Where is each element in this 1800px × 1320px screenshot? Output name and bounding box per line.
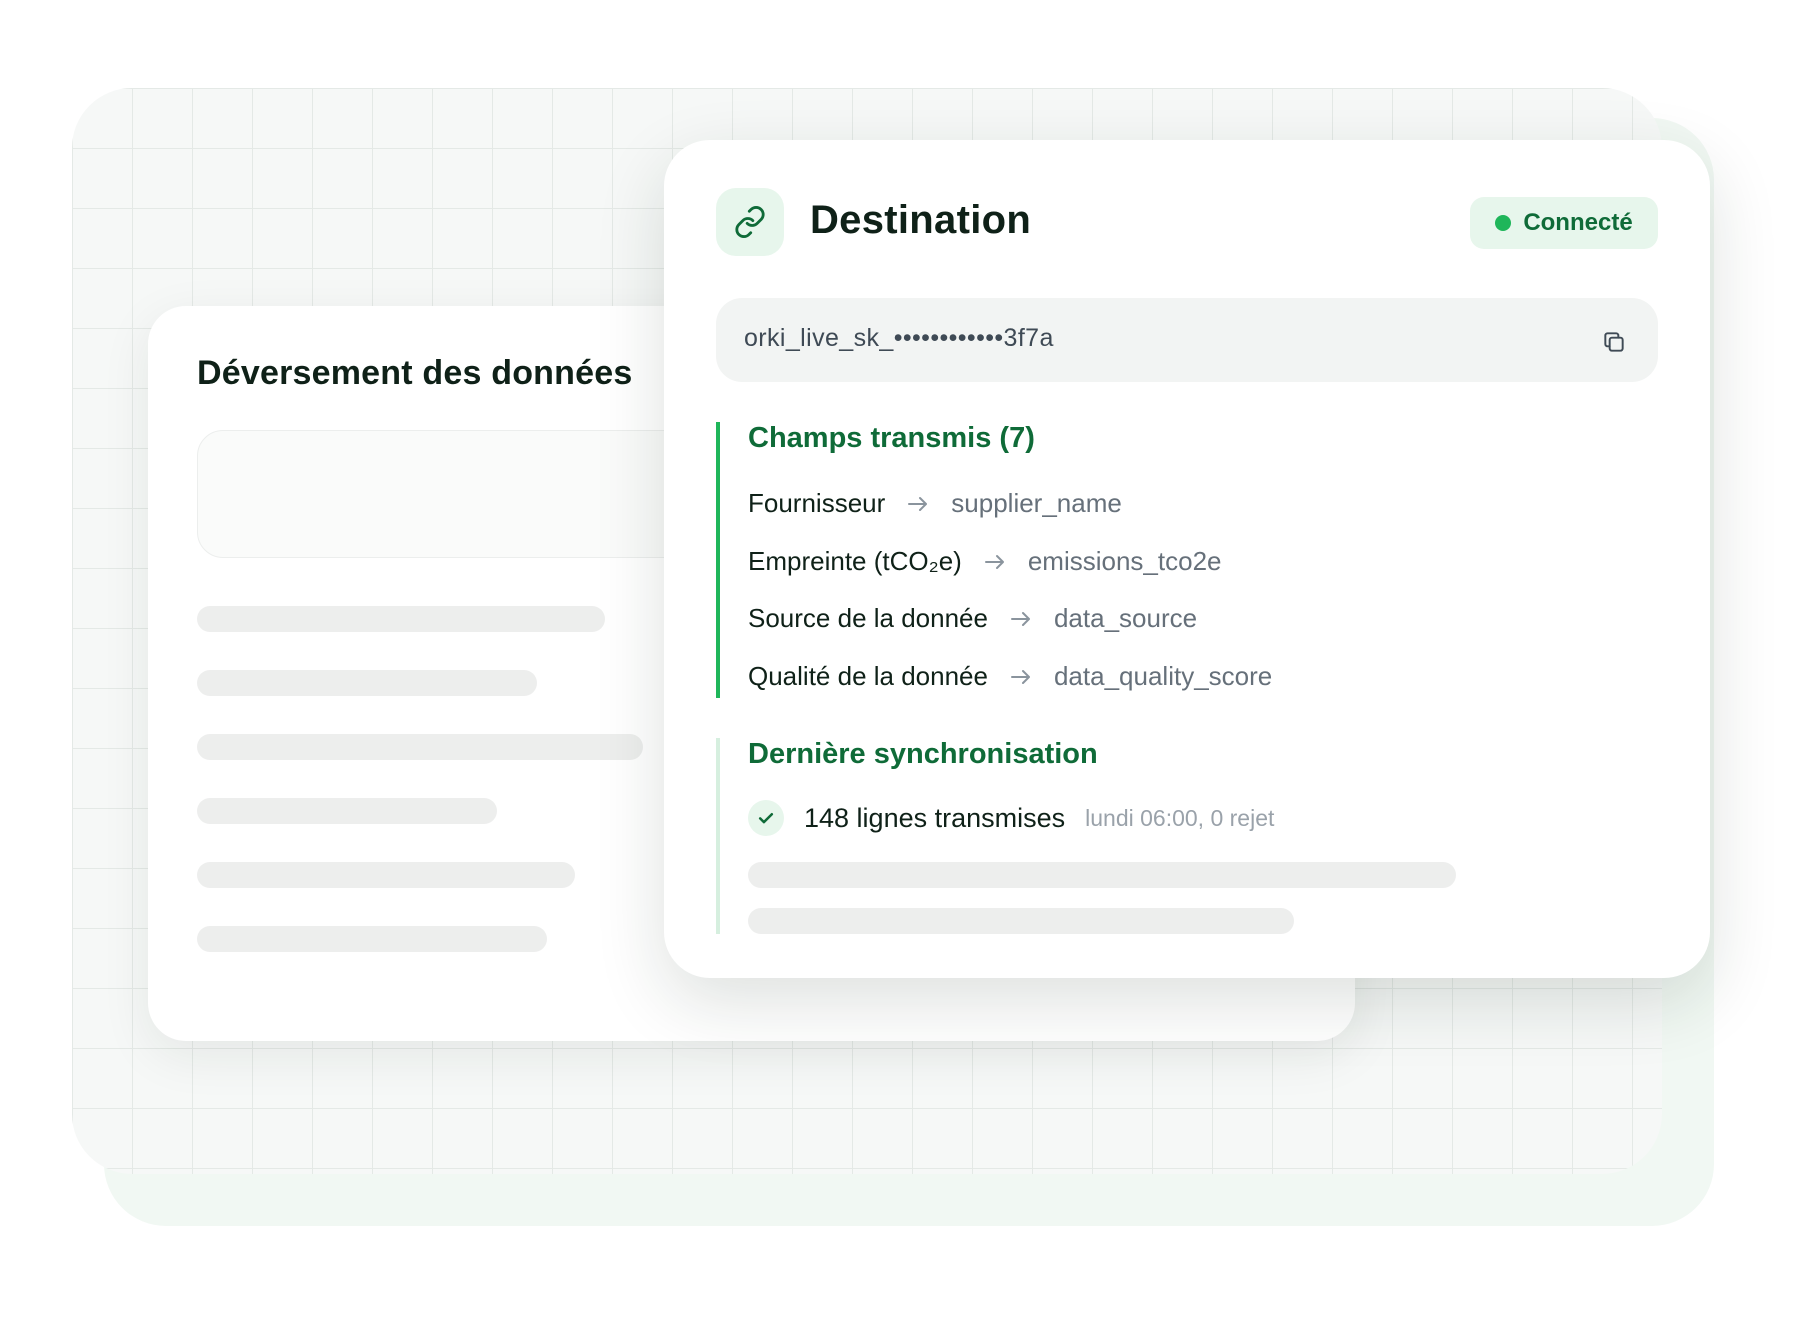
destination-icon-tile: [716, 188, 784, 256]
field-mapping-row: Qualité de la donnée data_quality_score: [748, 661, 1272, 692]
destination-title: Destination: [810, 198, 1032, 242]
field-source-label: Empreinte (tCO₂e): [748, 546, 962, 576]
field-source-label: Qualité de la donnée: [748, 661, 988, 691]
skeleton-line: [748, 908, 1294, 934]
field-mapping-row: Source de la donnée data_source: [748, 603, 1197, 634]
status-badge: Connecté: [1470, 197, 1658, 249]
arrow-right-icon: [1010, 611, 1032, 627]
field-source-label: Fournisseur: [748, 488, 886, 518]
sync-section-title: Dernière synchronisation: [748, 738, 1098, 770]
destination-card: Destination Connecté orki_live_sk_••••••…: [664, 140, 1710, 978]
skeleton-line: [197, 926, 547, 952]
field-target-label: data_quality_score: [1053, 661, 1273, 691]
arrow-right-icon: [1010, 669, 1032, 685]
data-dump-title: Déversement des données: [197, 354, 633, 392]
illustration-stage: Déversement des données Destination Conn…: [0, 0, 1800, 1320]
skeleton-line: [197, 606, 605, 632]
field-target-label: supplier_name: [951, 488, 1122, 518]
link-icon: [735, 206, 765, 238]
api-key-value: orki_live_sk_••••••••••••3f7a: [744, 324, 1054, 352]
copy-icon: [1604, 332, 1624, 352]
field-target-label: emissions_tco2e: [1027, 546, 1222, 576]
skeleton-line: [197, 798, 497, 824]
sync-section: Dernière synchronisation 148 lignes tran…: [716, 738, 1616, 934]
arrow-right-icon: [984, 554, 1006, 570]
sync-timestamp: lundi 06:00, 0 rejet: [1085, 804, 1275, 831]
fields-section-title: Champs transmis (7): [748, 422, 1035, 454]
field-mapping-row: Empreinte (tCO₂e) emissions_tco2e: [748, 546, 1221, 577]
field-source-label: Source de la donnée: [748, 603, 988, 633]
fields-section: Champs transmis (7) Fournisseur supplier…: [716, 422, 1616, 698]
api-key-field: orki_live_sk_••••••••••••3f7a: [716, 298, 1658, 382]
field-target-label: data_source: [1053, 603, 1198, 633]
sync-count: 148 lignes transmises: [804, 802, 1066, 833]
skeleton-line: [197, 862, 575, 888]
copy-button[interactable]: [1600, 328, 1628, 356]
status-dot-icon: [1495, 215, 1512, 231]
arrow-right-icon: [907, 496, 929, 512]
skeleton-line: [197, 734, 643, 760]
check-icon: [748, 800, 784, 836]
field-mapping-row: Fournisseur supplier_name: [748, 488, 1122, 519]
sync-status-row: 148 lignes transmises lundi 06:00, 0 rej…: [748, 800, 1274, 836]
skeleton-line: [748, 862, 1456, 888]
status-label: Connecté: [1523, 209, 1633, 236]
skeleton-line: [197, 670, 537, 696]
